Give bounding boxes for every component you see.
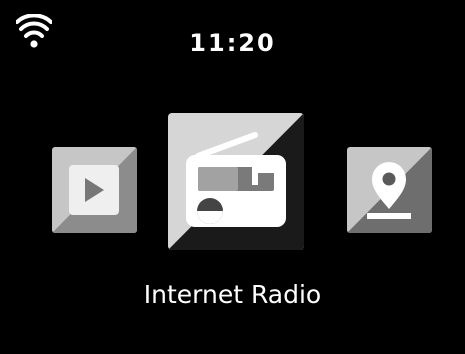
menu-item-location[interactable] (347, 147, 432, 233)
clock: 11:20 (189, 29, 276, 57)
play-icon (52, 147, 137, 233)
menu-item-internet-radio[interactable] (168, 113, 304, 250)
main-menu-screen: 11:20 Internet Radio (0, 0, 465, 354)
status-bar: 11:20 (0, 0, 465, 80)
radio-icon (168, 113, 304, 250)
selected-item-label: Internet Radio (143, 280, 322, 309)
menu-item-media-player[interactable] (52, 147, 137, 233)
location-pin-icon (347, 147, 432, 233)
